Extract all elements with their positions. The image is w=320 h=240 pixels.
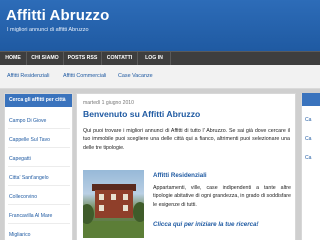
category-navigation: Affitti Residenziali Affitti Commerciali…: [0, 65, 320, 89]
window: [123, 205, 128, 211]
nav-posts-rss[interactable]: POSTS RSS: [64, 52, 102, 65]
sidebar-city-link[interactable]: Collecorvino: [9, 194, 37, 200]
sidebar-city-link[interactable]: Campo Di Giove: [9, 118, 46, 124]
window: [99, 205, 104, 211]
section-text: Appartamenti, ville, case indipendenti a…: [153, 185, 291, 208]
sidebar-city-link[interactable]: Capegatti: [9, 156, 31, 162]
right-sidebar-link[interactable]: Ca: [305, 136, 312, 142]
sidebar-city-link[interactable]: Cappelle Sul Tavo: [9, 137, 50, 143]
nav-log-in[interactable]: LOG IN: [138, 52, 171, 65]
window: [111, 194, 116, 200]
sidebar-divider: [8, 204, 70, 205]
search-cta-link[interactable]: Clicca qui per iniziare la tue ricerca!: [153, 221, 259, 228]
site-tagline: I migliori annunci di affitti Abruzzo: [7, 27, 89, 33]
sidebar-city-link[interactable]: Francavilla Al Mare: [9, 213, 52, 219]
right-sidebar-link[interactable]: Ca: [305, 117, 312, 123]
sidebar-city-link[interactable]: Migliarico: [9, 232, 31, 238]
sidebar-divider: [8, 128, 70, 129]
site-title[interactable]: Affitti Abruzzo: [6, 7, 109, 24]
sidebar-title: Cerca gli affitti per città: [5, 94, 72, 107]
sidebar-divider: [8, 147, 70, 148]
post-date: martedì 1 giugno 2010: [83, 100, 134, 106]
site-header: Affitti Abruzzo I migliori annunci di af…: [0, 0, 320, 51]
house-photo[interactable]: [83, 170, 144, 238]
post-title[interactable]: Benvenuto su Affitti Abruzzo: [83, 109, 200, 119]
right-sidebar-link[interactable]: Ca: [305, 155, 312, 161]
subnav-case-vacanze[interactable]: Case Vacanze: [118, 73, 153, 83]
section-title[interactable]: Affitti Residenziali: [153, 172, 207, 179]
sidebar-divider: [8, 223, 70, 224]
sidebar-city-link[interactable]: Citta' Sant'angelo: [9, 175, 49, 181]
post-intro: Qui puoi trovare i migliori annunci di A…: [83, 128, 290, 151]
right-sidebar: Ca Ca Ca: [301, 93, 320, 240]
window: [99, 194, 104, 200]
main-post: martedì 1 giugno 2010 Benvenuto su Affit…: [76, 93, 296, 240]
sidebar-divider: [8, 185, 70, 186]
subnav-affitti-residenziali[interactable]: Affitti Residenziali: [7, 73, 49, 83]
nav-contatti[interactable]: CONTATTI: [102, 52, 138, 65]
nav-chi-siamo[interactable]: CHI SIAMO: [27, 52, 64, 65]
nav-home[interactable]: HOME: [0, 52, 27, 65]
sidebar-divider: [8, 166, 70, 167]
city-sidebar: Cerca gli affitti per città Campo Di Gio…: [4, 93, 73, 240]
tree: [133, 202, 144, 222]
top-navigation: HOME CHI SIAMO POSTS RSS CONTATTI LOG IN: [0, 51, 320, 65]
lawn: [83, 221, 144, 238]
right-sidebar-header: [302, 93, 320, 106]
window: [123, 194, 128, 200]
subnav-affitti-commerciali[interactable]: Affitti Commerciali: [63, 73, 106, 83]
